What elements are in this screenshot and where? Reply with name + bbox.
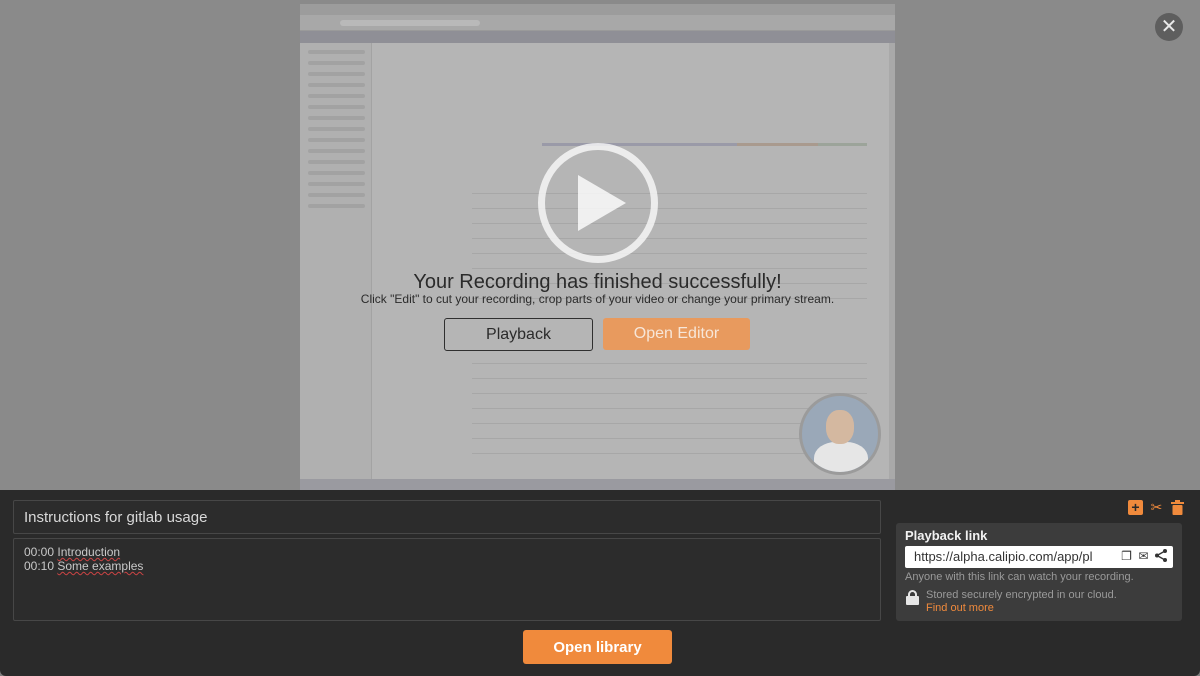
scissors-icon[interactable]: ✂ (1149, 500, 1164, 515)
playback-link-title: Playback link (905, 528, 988, 543)
playback-link-field[interactable]: https://alpha.calipio.com/app/pl ❐ ✉ (905, 546, 1173, 568)
recording-description-textarea[interactable]: 00:00 Introduction 00:10 Some examples (13, 538, 881, 621)
finished-subtitle: Click "Edit" to cut your recording, crop… (360, 292, 835, 306)
preview-scrollbar (889, 43, 895, 479)
playback-link-box: Playback link https://alpha.calipio.com/… (896, 523, 1182, 621)
close-icon[interactable]: ✕ (1155, 13, 1183, 41)
play-icon[interactable] (538, 143, 658, 263)
webcam-avatar (799, 393, 881, 475)
trash-icon[interactable] (1170, 500, 1185, 515)
description-line: 00:00 Introduction (24, 545, 121, 559)
description-line: 00:10 Some examples (24, 559, 144, 573)
preview-browser-tabs (300, 4, 895, 15)
encryption-note: Stored securely encrypted in our cloud. (926, 589, 1117, 601)
find-out-more-link[interactable]: Find out more (926, 602, 994, 614)
share-note: Anyone with this link can watch your rec… (905, 571, 1134, 583)
preview-top-nav (300, 31, 895, 43)
share-icon[interactable] (1154, 549, 1167, 564)
playback-button[interactable]: Playback (444, 318, 593, 351)
recording-preview-stage: ✕ Your Recording has finished successful… (0, 0, 1200, 490)
preview-sidebar (300, 43, 372, 479)
lock-icon (906, 590, 919, 605)
mail-icon[interactable]: ✉ (1137, 549, 1150, 564)
playback-link-value[interactable]: https://alpha.calipio.com/app/pl (914, 549, 1104, 564)
recording-title-input[interactable]: Instructions for gitlab usage (13, 500, 881, 534)
add-icon[interactable]: + (1128, 500, 1143, 515)
recording-details-panel: Instructions for gitlab usage 00:00 Intr… (0, 490, 1200, 676)
finished-title: Your Recording has finished successfully… (413, 271, 782, 293)
preview-taskbar (300, 479, 895, 490)
preview-url-bar (300, 15, 895, 31)
open-editor-button[interactable]: Open Editor (603, 318, 750, 350)
recording-tools: + ✂ (1128, 500, 1185, 515)
open-library-button[interactable]: Open library (523, 630, 672, 664)
copy-icon[interactable]: ❐ (1120, 549, 1133, 564)
